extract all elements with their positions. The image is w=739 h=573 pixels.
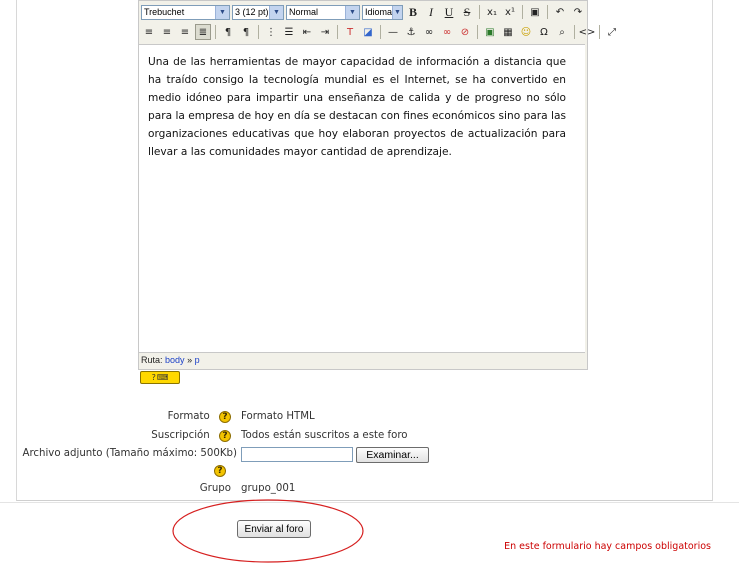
editor-text[interactable]: Una de las herramientas de mayor capacid… [148,53,566,161]
smiley-icon[interactable]: ☺ [518,24,534,40]
format-value: Formato HTML [241,411,315,422]
path-link-body[interactable]: body [165,355,185,365]
keyboard-help-icon[interactable]: ? ⌨ [140,371,180,384]
font-size-select[interactable]: 3 (12 pt) ▼ [232,4,284,20]
toolbar-separator [547,5,548,19]
ordered-list-icon[interactable]: ⋮ [263,24,279,40]
submit-to-forum-button[interactable]: Enviar al foro [237,520,311,538]
subscription-label-text: Suscripción [151,430,210,441]
chevron-down-icon: ▼ [215,5,229,19]
align-right-icon[interactable]: ≡ [177,24,193,40]
group-label: Grupo [199,483,231,494]
toolbar-separator [522,5,523,19]
toolbar-separator [574,25,575,39]
toolbar-row-2: ≡ ≡ ≡ ≣ ¶ ¶ ⋮ ☰ ⇤ ⇥ T ◪ — ⚓ ∞ ∞ ⊘ ▣ ▦ ☺ … [141,23,620,41]
toolbar-row-1: Trebuchet ▼ 3 (12 pt) ▼ Normal ▼ Idioma … [141,3,586,21]
format-label-text: Formato [167,411,210,422]
indent-icon[interactable]: ⇥ [317,24,333,40]
text-color-icon[interactable]: T [342,24,358,40]
font-family-value: Trebuchet [144,7,185,17]
redo-icon[interactable]: ↷ [570,4,586,20]
toolbar-separator [599,25,600,39]
chevron-down-icon: ▼ [392,5,402,19]
editor-content-area[interactable]: Una de las herramientas de mayor capacid… [139,44,585,353]
question-mark-icon[interactable]: ? [219,411,231,423]
justify-full-icon[interactable]: ≣ [195,24,211,40]
paragraph-format-value: Normal [289,7,319,17]
toolbar-separator [380,25,381,39]
toolbar-separator [477,25,478,39]
fullscreen-icon[interactable]: ⤢ [604,24,620,40]
ltr-direction-icon[interactable]: ¶ [220,24,236,40]
language-value: Idioma [365,7,393,17]
special-char-icon[interactable]: Ω [536,24,552,40]
attachment-file-input[interactable] [241,447,353,462]
toolbar-separator [215,25,216,39]
strikethrough-button[interactable]: S [459,4,475,20]
superscript-icon[interactable]: x¹ [502,4,518,20]
subscript-icon[interactable]: x₁ [484,4,500,20]
anchor-icon[interactable]: ⚓ [403,24,419,40]
html-source-icon[interactable]: <> [579,24,596,40]
toolbar-separator [258,25,259,39]
format-label: Formato ? [168,411,231,423]
chevron-down-icon: ▼ [345,5,359,19]
font-family-select[interactable]: Trebuchet ▼ [141,4,230,20]
question-mark-icon[interactable]: ? [219,430,231,442]
horizontal-rule-icon[interactable]: — [385,24,401,40]
paragraph-format-select[interactable]: Normal ▼ [286,4,360,20]
chevron-down-icon: ▼ [269,5,283,19]
font-size-value: 3 (12 pt) [235,7,269,17]
attachment-label: Archivo adjunto (Tamaño máximo: 500Kb) [22,448,237,459]
link-icon[interactable]: ∞ [421,24,437,40]
highlight-color-icon[interactable]: ◪ [360,24,376,40]
editor-path-bar: Ruta: body » p [141,355,200,365]
bottom-rule [0,502,739,503]
insert-image-icon[interactable]: ▣ [482,24,498,40]
toolbar-separator [479,5,480,19]
outdent-icon[interactable]: ⇤ [299,24,315,40]
subscription-value: Todos están suscritos a este foro [241,430,408,441]
toolbar-separator [337,25,338,39]
nolink-icon[interactable]: ⊘ [457,24,473,40]
path-link-p[interactable]: p [195,355,200,365]
path-separator: » [187,355,193,365]
group-value: grupo_001 [241,483,296,494]
unlink-icon[interactable]: ∞ [439,24,455,40]
align-center-icon[interactable]: ≡ [159,24,175,40]
browse-button[interactable]: Examinar... [356,447,429,463]
insert-table-icon[interactable]: ▦ [500,24,516,40]
underline-button[interactable]: U [441,4,457,20]
clean-word-icon[interactable]: ▣ [527,4,543,20]
html-editor: Trebuchet ▼ 3 (12 pt) ▼ Normal ▼ Idioma … [138,0,616,370]
bold-button[interactable]: B [405,4,421,20]
undo-icon[interactable]: ↶ [552,4,568,20]
italic-button[interactable]: I [423,4,439,20]
unordered-list-icon[interactable]: ☰ [281,24,297,40]
path-label: Ruta: [141,355,163,365]
rtl-direction-icon[interactable]: ¶ [238,24,254,40]
search-replace-icon[interactable]: ⌕ [554,24,570,40]
align-left-icon[interactable]: ≡ [141,24,157,40]
question-mark-icon[interactable]: ? [214,465,226,477]
language-select[interactable]: Idioma ▼ [362,4,403,20]
required-fields-note: En este formulario hay campos obligatori… [504,541,711,552]
subscription-label: Suscripción ? [151,430,231,442]
